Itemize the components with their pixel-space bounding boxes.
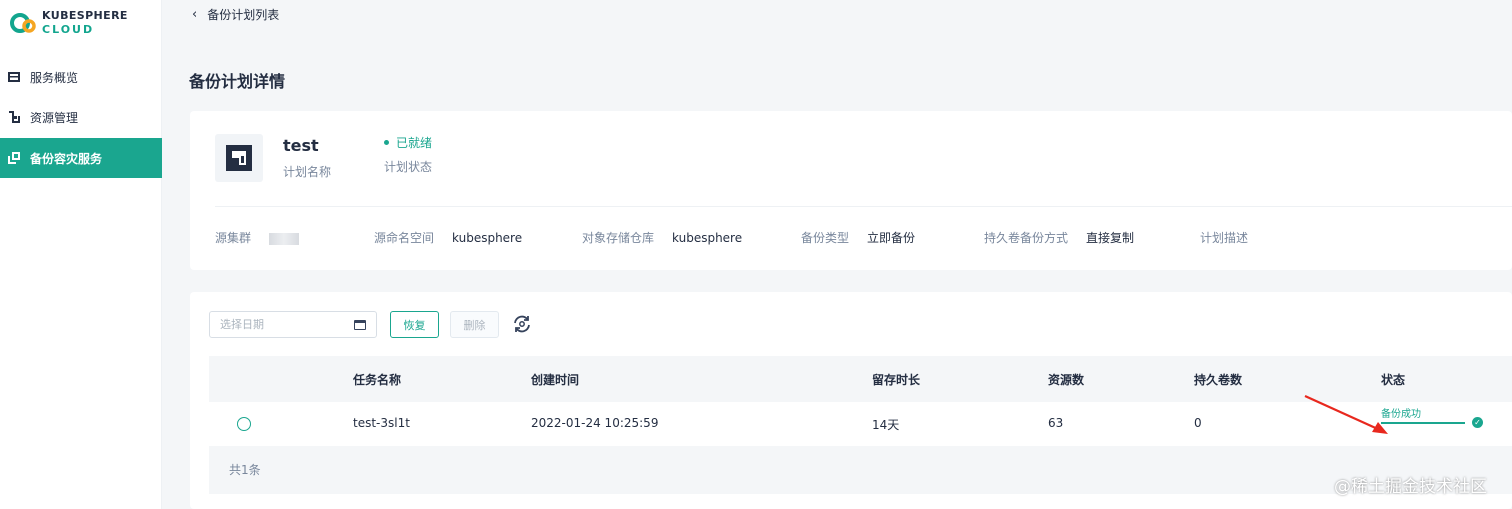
sidebar-item-label: 服务概览 xyxy=(30,70,79,85)
sidebar-item-resources[interactable]: 资源管理 xyxy=(0,97,162,137)
annotation-arrow-icon xyxy=(1304,394,1388,434)
calendar-icon[interactable] xyxy=(354,320,366,330)
plan-status: 已就绪 xyxy=(384,134,432,151)
kubesphere-cloud-logo-icon xyxy=(8,8,38,38)
column-header-name[interactable]: 任务名称 xyxy=(353,371,401,388)
cell-volumes: 0 xyxy=(1194,416,1202,430)
meta-description: 计划描述 xyxy=(1200,229,1248,246)
cell-task-name[interactable]: test-3sl1t xyxy=(353,416,410,430)
column-header-volumes[interactable]: 持久卷数 xyxy=(1194,371,1242,388)
delete-button[interactable]: 删除 xyxy=(450,311,499,338)
refresh-icon[interactable] xyxy=(512,314,532,334)
sidebar-item-backup[interactable]: 备份容灾服务 xyxy=(0,138,162,178)
breadcrumb-back[interactable]: ‹ 备份计划列表 xyxy=(192,6,279,23)
sidebar-item-overview[interactable]: 服务概览 xyxy=(0,57,162,97)
meta-source-namespace: 源命名空间 kubesphere xyxy=(374,229,522,246)
breadcrumb-label: 备份计划列表 xyxy=(207,8,280,22)
restore-button[interactable]: 恢复 xyxy=(390,311,439,338)
resource-icon xyxy=(8,111,20,123)
cell-retention: 14天 xyxy=(872,418,900,432)
chevron-left-icon: ‹ xyxy=(192,7,198,22)
column-header-resources[interactable]: 资源数 xyxy=(1048,371,1084,388)
plan-name-label: 计划名称 xyxy=(283,165,332,179)
column-header-created[interactable]: 创建时间 xyxy=(531,371,579,388)
meta-label: 源集群 xyxy=(215,231,252,245)
table-footer-total: 共1条 xyxy=(209,446,1512,494)
redacted-value xyxy=(269,232,300,245)
meta-label: 持久卷备份方式 xyxy=(984,231,1069,245)
meta-value: kubesphere xyxy=(672,231,743,245)
meta-source-cluster: 源集群 xyxy=(215,229,300,246)
cell-resources: 63 xyxy=(1048,416,1064,430)
meta-label: 备份类型 xyxy=(801,231,850,245)
column-header-retention[interactable]: 留存时长 xyxy=(872,371,920,388)
plan-icon xyxy=(215,134,263,182)
meta-volume-mode: 持久卷备份方式 直接复制 xyxy=(984,229,1134,246)
plan-status-text: 已就绪 xyxy=(396,136,433,150)
meta-value: 立即备份 xyxy=(867,231,916,245)
meta-label: 计划描述 xyxy=(1200,231,1249,245)
meta-backup-type: 备份类型 立即备份 xyxy=(801,229,915,246)
status-dot-icon xyxy=(384,140,389,145)
divider xyxy=(215,206,1512,207)
check-circle-icon: ✓ xyxy=(1472,417,1483,428)
date-picker-input[interactable]: 选择日期 xyxy=(209,311,377,338)
logo-line2: CLOUD xyxy=(42,23,95,36)
logo-line1: KUBESPHERE xyxy=(42,9,128,22)
watermark: @稀土掘金技术社区 xyxy=(1334,477,1487,497)
row-select-radio[interactable] xyxy=(237,417,251,431)
meta-value: kubesphere xyxy=(452,231,523,245)
status-progress-bar xyxy=(1381,422,1465,424)
column-header-status[interactable]: 状态 xyxy=(1381,371,1405,388)
cell-status: 备份成功 ✓ xyxy=(1381,405,1483,435)
plan-detail-card: test 计划名称 已就绪 计划状态 源集群 源命名空间 kubesphere 对… xyxy=(190,111,1512,270)
cell-created: 2022-01-24 10:25:59 xyxy=(531,416,659,430)
meta-value: 直接复制 xyxy=(1086,231,1135,245)
page-title: 备份计划详情 xyxy=(189,72,286,91)
backup-icon xyxy=(8,152,20,164)
plan-status-label: 计划状态 xyxy=(384,160,433,174)
sidebar: KUBESPHERE CLOUD 服务概览 资源管理 备份容灾服务 xyxy=(0,0,162,509)
date-placeholder: 选择日期 xyxy=(220,318,264,331)
meta-label: 源命名空间 xyxy=(374,231,435,245)
meta-storage: 对象存储仓库 kubesphere xyxy=(582,229,742,246)
meta-label: 对象存储仓库 xyxy=(582,231,655,245)
sidebar-item-label: 资源管理 xyxy=(30,110,79,125)
plan-name: test xyxy=(283,136,319,155)
logo[interactable]: KUBESPHERE CLOUD xyxy=(8,8,128,38)
overview-icon xyxy=(8,71,20,83)
sidebar-item-label: 备份容灾服务 xyxy=(30,151,103,166)
